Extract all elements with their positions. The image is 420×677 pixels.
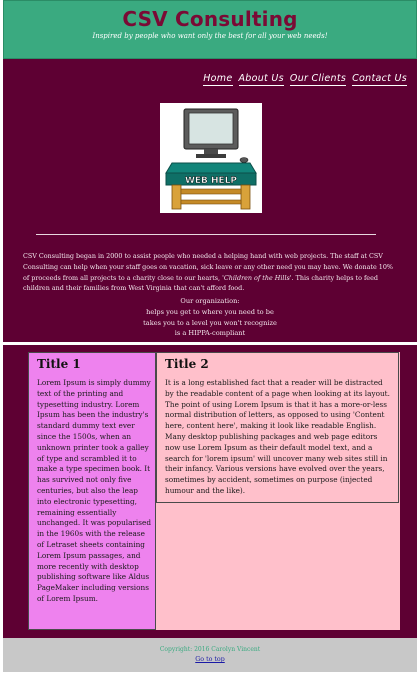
site-header: CSV Consulting Inspired by people who wa… [3,0,417,59]
column-two-text: It is a long established fact that a rea… [165,378,390,495]
page: CSV Consulting Inspired by people who wa… [3,0,417,677]
nav-contact-us[interactable]: Contact Us [352,73,407,86]
site-footer: Copyright: 2016 Carolyn Vincent Go to to… [3,638,417,672]
web-help-sign: WEB HELP [185,176,237,186]
site-title: CSV Consulting [122,7,298,31]
nav-home[interactable]: Home [203,73,233,86]
column-one-title: Title 1 [37,357,81,371]
column-two-box: Title 2 It is a long established fact th… [156,352,399,503]
web-help-logo: WEB HELP [160,103,262,213]
charity-name: 'Children of the Hills' [222,273,292,282]
org-line: is a HIPPA-compliant [174,329,246,338]
intro-band: Home About Us Our Clients Contact Us WEB… [3,59,417,342]
org-line: helps you get to where you need to be [146,307,274,316]
copyright-text: Copyright: 2016 Carolyn Vincent [159,646,261,653]
column-two-title: Title 2 [165,357,209,371]
org-line: takes you to a level you won't recognize [143,318,277,327]
column-one: Title 1 Lorem Ipsum is simply dummy text… [28,352,156,630]
nav-our-clients[interactable]: Our Clients [289,73,347,86]
section-divider [36,234,376,235]
org-heading: Our organization: [180,297,240,305]
main-nav: Home About Us Our Clients Contact Us [203,73,407,86]
column-one-text: Lorem Ipsum is simply dummy text of the … [37,378,152,603]
organization-list: Our organization: helps you get to where… [3,296,417,339]
computer-desk-icon: WEB HELP [165,108,257,210]
site-tagline: Inspired by people who want only the bes… [92,32,328,40]
about-paragraph: CSV Consulting began in 2000 to assist p… [23,251,399,293]
go-to-top-link[interactable]: Go to top [195,656,225,663]
nav-about-us[interactable]: About Us [238,73,284,86]
